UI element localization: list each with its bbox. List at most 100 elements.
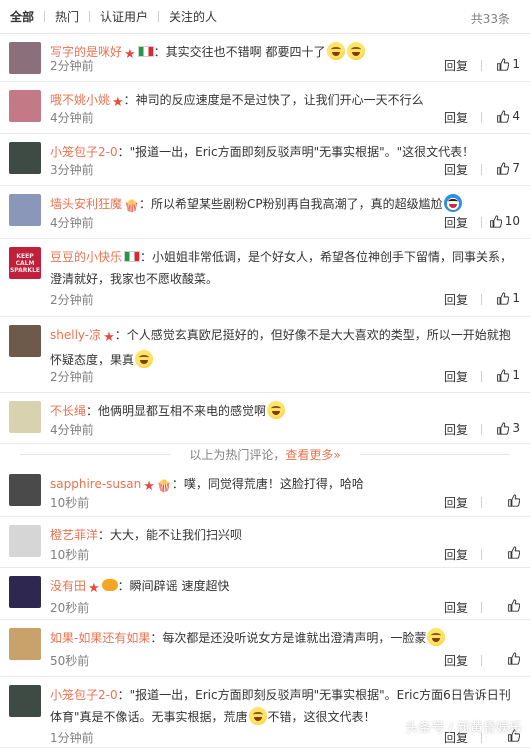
comment-text: 橙艺菲洋：大大，能不让我们扫兴呗 <box>50 524 516 546</box>
vip-star-icon: ★ <box>103 330 115 345</box>
username-link[interactable]: 小笼包子2-0 <box>50 145 118 159</box>
like-button[interactable]: 1 <box>496 57 520 71</box>
comment-body: ：噗，同觉得荒唐！这脸打得，哈哈 <box>171 477 364 491</box>
avatar[interactable] <box>9 90 41 122</box>
timestamp: 4分钟前 <box>50 216 94 230</box>
see-more-link[interactable]: 查看更多» <box>285 448 340 462</box>
like-button[interactable]: 3 <box>496 421 520 435</box>
comment-body: ：个人感觉玄真欧尼挺好的，但好像不是大大喜欢的类型，所以一开始就抱怀疑态度，果真 <box>50 328 511 367</box>
comment-body: ：瞬间辟谣 速度超快 <box>117 579 230 593</box>
action-divider <box>481 424 482 435</box>
like-count: 1 <box>512 291 520 305</box>
username-link[interactable]: 没有田 <box>50 579 86 593</box>
thumbs-up-icon <box>496 421 510 435</box>
action-divider <box>481 60 482 71</box>
comment-text: 没有田 ★ ：瞬间辟谣 速度超快 <box>50 575 516 600</box>
avatar[interactable] <box>9 576 41 608</box>
avatar[interactable] <box>9 42 41 74</box>
action-divider <box>481 549 482 560</box>
divider-line <box>360 454 510 455</box>
username-link[interactable]: 哦不姚小姚 <box>50 93 110 107</box>
reply-button[interactable]: 回复 <box>444 214 468 231</box>
timestamp: 2分钟前 <box>50 59 94 73</box>
laugh-emoji-icon <box>346 42 365 60</box>
tab-divider <box>44 11 46 22</box>
like-button[interactable] <box>507 546 520 559</box>
reply-button[interactable]: 回复 <box>444 494 468 511</box>
like-button[interactable] <box>507 494 520 507</box>
timestamp: 4分钟前 <box>50 423 94 437</box>
username-link[interactable]: shelly-凉 <box>50 328 101 342</box>
avatar[interactable] <box>9 474 41 506</box>
like-button[interactable]: 1 <box>496 291 520 305</box>
comment-text: 如果-如果还有如果：每次都是还没听说女方是谁就出澄清声明，一脸蒙 <box>50 627 516 649</box>
reply-button[interactable]: 回复 <box>444 546 468 563</box>
like-button[interactable]: 1 <box>496 368 520 382</box>
tab-following[interactable]: 关注的人 <box>169 8 217 25</box>
comment-item: 不长绳：他俩明显都互相不来电的感觉啊 4分钟前 回复 3 <box>0 393 530 444</box>
username-link[interactable]: sapphire-susan <box>50 477 141 491</box>
vip-level-icon <box>101 579 118 591</box>
comment-item: 小笼包子2-0："报道一出，Eric方面即刻反驳声明"无事实根据"。Eric方面… <box>0 677 530 748</box>
tab-all[interactable]: 全部 <box>10 8 34 25</box>
reply-button[interactable]: 回复 <box>444 368 468 385</box>
reply-button[interactable]: 回复 <box>444 652 468 669</box>
reply-button[interactable]: 回复 <box>444 291 468 308</box>
avatar[interactable] <box>9 194 41 226</box>
action-divider <box>481 655 482 666</box>
watermark: 头条号 / 新黄昏娱乐 <box>405 721 522 736</box>
thumbs-up-icon <box>496 368 510 382</box>
username-link[interactable]: 不长绳 <box>50 404 86 418</box>
action-divider <box>481 497 482 508</box>
like-button[interactable] <box>507 599 520 612</box>
vip-star-icon: ★ <box>112 95 124 110</box>
tab-divider <box>158 11 160 22</box>
comment-body-tail: 不错，这很文代表！ <box>267 710 376 724</box>
reply-button[interactable]: 回复 <box>444 421 468 438</box>
like-button[interactable]: 4 <box>496 109 520 123</box>
avatar[interactable] <box>9 401 41 433</box>
reply-button[interactable]: 回复 <box>444 161 468 178</box>
comment-body: ：大大，能不让我们扫兴呗 <box>98 528 243 542</box>
avatar[interactable] <box>9 525 41 557</box>
username-link[interactable]: 如果-如果还有如果 <box>50 631 150 645</box>
reply-button[interactable]: 回复 <box>444 57 468 74</box>
avatar[interactable] <box>9 142 41 174</box>
avatar[interactable] <box>9 628 41 660</box>
comment-item: 小笼包子2-0："报道一出，Eric方面即刻反驳声明"无事实根据"。"这很文代表… <box>0 134 530 186</box>
like-count: 3 <box>512 421 520 435</box>
comment-item: sapphire-susan ★ 🍿：噗，同觉得荒唐！这脸打得，哈哈 10秒前 回复 <box>0 466 530 517</box>
username-link[interactable]: 橙艺菲洋 <box>50 528 98 542</box>
doraemon-emoji-icon <box>443 194 462 212</box>
timestamp: 20秒前 <box>50 601 90 615</box>
comment-body: ：所以希望某些剧粉CP粉别再自我高潮了，真的超级尴尬 <box>138 197 443 211</box>
like-count: 1 <box>512 368 520 382</box>
thumbs-up-icon <box>496 291 510 305</box>
like-button[interactable] <box>507 652 520 665</box>
vip-star-icon: ★ <box>124 47 136 62</box>
comment-text: 豆豆的小快乐 ：小姐姐非常低调，是个好女人，希望各位神创手下留情，同事关系，澄清就… <box>50 246 516 290</box>
avatar[interactable] <box>9 325 41 357</box>
comment-item: 橙艺菲洋：大大，能不让我们扫兴呗 10秒前 回复 <box>0 517 530 568</box>
comment-body: ：其实交往也不错啊 都要四十了 <box>153 45 326 59</box>
timestamp: 10秒前 <box>50 548 90 562</box>
like-button[interactable]: 7 <box>496 161 520 175</box>
popcorn-icon: 🍿 <box>156 479 172 493</box>
username-link[interactable]: 墙头安利狂魔 <box>50 197 122 211</box>
thumbs-up-icon <box>496 57 510 71</box>
comment-text: 小笼包子2-0："报道一出，Eric方面即刻反驳声明"无事实根据"。"这很文代表… <box>50 141 516 163</box>
username-link[interactable]: 豆豆的小快乐 <box>50 250 122 264</box>
avatar[interactable]: KEEP CALM SPARKLE <box>9 247 41 279</box>
action-divider <box>481 371 482 382</box>
username-link[interactable]: 小笼包子2-0 <box>50 688 118 702</box>
avatar[interactable] <box>9 685 41 717</box>
reply-button[interactable]: 回复 <box>444 109 468 126</box>
reply-button[interactable]: 回复 <box>444 599 468 616</box>
comment-item: 哦不姚小姚 ★：神司的反应速度是不是过快了，让我们开心一天不行么 4分钟前 回复 4 <box>0 82 530 134</box>
thumbs-up-icon <box>507 494 520 507</box>
like-button[interactable]: 10 <box>489 214 520 228</box>
tab-verified[interactable]: 认证用户 <box>100 8 148 25</box>
tab-hot[interactable]: 热门 <box>55 8 79 25</box>
filter-tabs: 全部 热门 认证用户 关注的人 共33条 <box>0 0 530 34</box>
popcorn-icon: 🍿 <box>124 199 139 213</box>
